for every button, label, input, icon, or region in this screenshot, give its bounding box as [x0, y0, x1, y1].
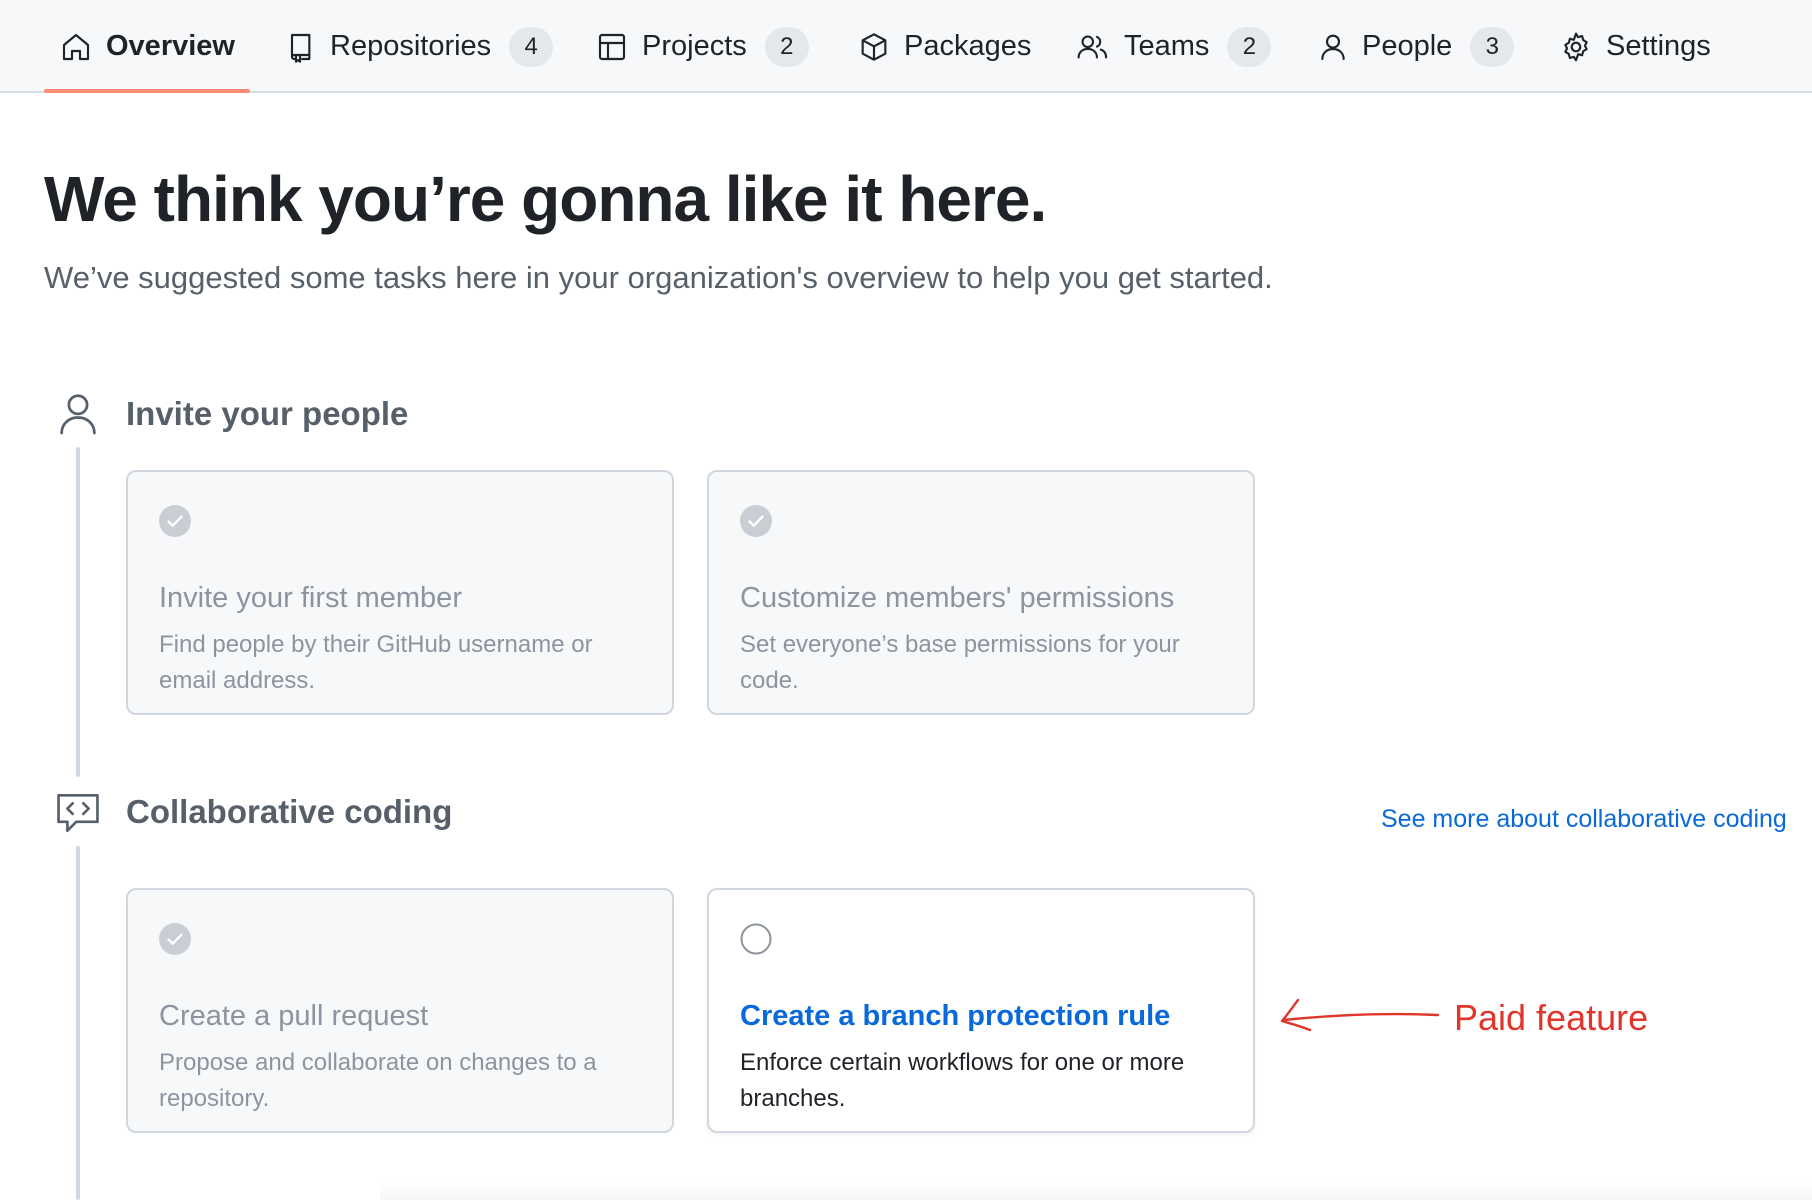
- code-review-icon: [54, 790, 102, 836]
- card-description: Propose and collaborate on changes to a …: [159, 1049, 597, 1112]
- table-icon: [596, 31, 628, 63]
- check-circle-icon: [159, 923, 191, 955]
- card-title-link[interactable]: Create a branch protection rule: [740, 1000, 1170, 1033]
- tab-overview-label: Overview: [106, 30, 235, 62]
- tab-teams[interactable]: Teams 2: [1076, 0, 1272, 93]
- teams-count-badge: 2: [1227, 26, 1272, 67]
- package-icon: [858, 31, 890, 63]
- annotation-arrow-icon: [1272, 990, 1452, 1047]
- page-title: We think you’re gonna like it here.: [44, 163, 1047, 235]
- tab-overview[interactable]: Overview: [60, 0, 235, 93]
- section-title-collaborative: Collaborative coding: [126, 793, 453, 830]
- active-tab-indicator: [44, 89, 250, 93]
- tab-repositories-label: Repositories: [330, 30, 492, 62]
- task-card-branch-protection[interactable]: Create a branch protection rule Enforce …: [707, 888, 1255, 1133]
- tab-packages[interactable]: Packages: [858, 0, 1031, 93]
- card-description: Enforce certain workflows for one or mor…: [740, 1049, 1185, 1112]
- tab-packages-label: Packages: [904, 30, 1032, 62]
- check-circle-icon: [740, 505, 772, 537]
- person-icon: [1318, 31, 1348, 63]
- tab-repositories[interactable]: Repositories 4: [284, 0, 554, 93]
- card-description: Find people by their GitHub username or …: [159, 631, 593, 694]
- annotation-label: Paid feature: [1454, 997, 1649, 1038]
- card-title: Customize members' permissions: [740, 582, 1175, 614]
- empty-circle-icon: [740, 923, 772, 955]
- scroll-shadow: [380, 1180, 1812, 1200]
- tab-settings[interactable]: Settings: [1560, 0, 1711, 93]
- tab-settings-label: Settings: [1606, 30, 1711, 62]
- projects-count-badge: 2: [764, 26, 809, 67]
- tab-projects-label: Projects: [642, 30, 747, 62]
- timeline-line: [76, 447, 80, 777]
- task-card-customize-permissions[interactable]: Customize members' permissions Set every…: [707, 470, 1255, 715]
- person-icon: [56, 390, 100, 436]
- tab-people-label: People: [1362, 30, 1453, 62]
- page-subtitle: We’ve suggested some tasks here in your …: [44, 260, 1273, 295]
- card-title: Create a pull request: [159, 1000, 429, 1032]
- repo-icon: [284, 31, 316, 63]
- task-card-invite-member[interactable]: Invite your first member Find people by …: [126, 470, 674, 715]
- people-count-badge: 3: [1470, 26, 1515, 67]
- see-more-collaborative-link[interactable]: See more about collaborative coding: [1381, 805, 1787, 834]
- gear-icon: [1560, 31, 1592, 63]
- check-circle-icon: [159, 505, 191, 537]
- task-card-pull-request[interactable]: Create a pull request Propose and collab…: [126, 888, 674, 1133]
- tab-people[interactable]: People 3: [1318, 0, 1515, 93]
- card-description: Set everyone’s base permissions for your…: [740, 631, 1180, 694]
- tab-projects[interactable]: Projects 2: [596, 0, 809, 93]
- people-icon: [1076, 31, 1110, 63]
- org-nav-bar: Overview Repositories 4 Projects 2 Packa…: [0, 0, 1812, 93]
- tab-teams-label: Teams: [1124, 30, 1210, 62]
- home-icon: [60, 31, 92, 63]
- card-title: Invite your first member: [159, 582, 462, 614]
- timeline-line: [76, 846, 80, 1200]
- section-title-invite: Invite your people: [126, 395, 409, 432]
- repositories-count-badge: 4: [509, 26, 554, 67]
